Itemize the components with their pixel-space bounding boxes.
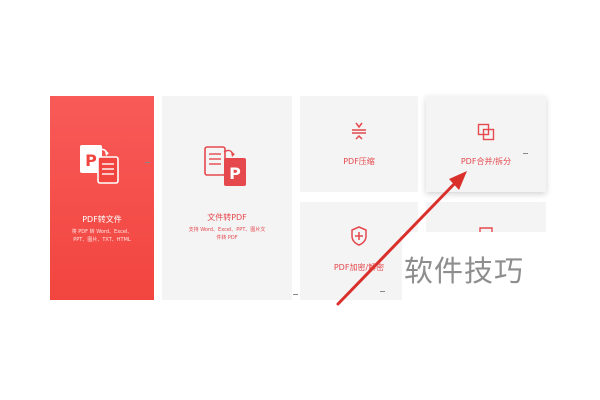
svg-text:P: P	[85, 151, 97, 170]
file-to-pdf-description: 支持 Word、Excel、PPT、图片文 件转 PDF	[168, 226, 286, 242]
card-divider	[380, 291, 385, 292]
pdf-to-document-icon: P	[80, 145, 119, 184]
shield-plus-icon	[351, 226, 367, 246]
pdf-to-file-title: PDF转文件	[82, 215, 122, 224]
card-divider	[523, 153, 528, 154]
pdf-to-file-desc-line1: 将 PDF 转 Word、Excel、	[71, 229, 133, 235]
pdf-compress-card[interactable]: PDF压缩	[300, 96, 418, 192]
pdf-compress-title: PDF压缩	[343, 157, 375, 166]
pdf-encrypt-title: PDF加密/解密	[333, 263, 385, 272]
file-to-pdf-title: 文件转PDF	[207, 213, 247, 222]
svg-text:P: P	[229, 164, 241, 183]
watermark-text: 软件技巧	[404, 254, 525, 288]
card-divider	[293, 294, 298, 295]
pdf-to-file-desc-line2: PPT、图片、TXT、HTML	[73, 237, 131, 243]
tool-grid: P PDF转文件 将 PDF 转 Word、Excel、 PPT、图片、TXT、…	[0, 0, 600, 400]
file-to-pdf-desc-line1: 支持 Word、Excel、PPT、图片文	[188, 227, 266, 233]
pdf-merge-split-card[interactable]: PDF合并/拆分	[426, 96, 546, 192]
file-to-pdf-card[interactable]: P 文件转PDF 支持 Word、Excel、PPT、图片文 件转 PDF	[162, 96, 292, 300]
pdf-encrypt-card[interactable]: PDF加密/解密	[300, 202, 418, 300]
compress-icon	[352, 122, 366, 140]
merge-split-icon	[477, 123, 495, 141]
file-to-pdf-desc-line2: 件转 PDF	[216, 235, 238, 241]
document-to-pdf-icon: P	[204, 146, 246, 186]
pdf-merge-split-title: PDF合并/拆分	[460, 157, 512, 166]
pdf-to-file-card[interactable]: P PDF转文件 将 PDF 转 Word、Excel、 PPT、图片、TXT、…	[50, 96, 154, 300]
pdf-to-file-description: 将 PDF 转 Word、Excel、 PPT、图片、TXT、HTML	[50, 228, 154, 244]
card-divider	[145, 162, 150, 163]
